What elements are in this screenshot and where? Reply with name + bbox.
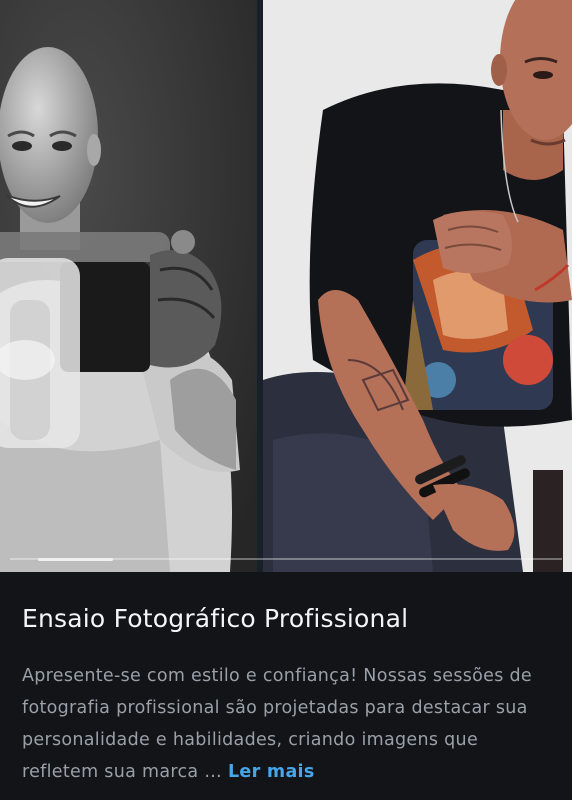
gallery-slide-bw-portrait[interactable] <box>0 0 257 572</box>
post-description: Apresente-se com estilo e confiança! Nos… <box>22 660 554 788</box>
gallery-slide-color-portrait[interactable] <box>263 0 572 572</box>
photo-gallery[interactable] <box>0 0 572 572</box>
gallery-pager-indicator <box>38 558 113 561</box>
post-title: Ensaio Fotográfico Profissional <box>22 604 409 633</box>
post-content: Ensaio Fotográfico Profissional Apresent… <box>0 572 572 800</box>
read-more-link[interactable]: Ler mais <box>228 762 315 782</box>
color-portrait-image <box>263 0 572 572</box>
gallery-pager <box>10 558 562 561</box>
bw-portrait-image <box>0 0 257 572</box>
post-card-view: Ensaio Fotográfico Profissional Apresent… <box>0 0 572 800</box>
